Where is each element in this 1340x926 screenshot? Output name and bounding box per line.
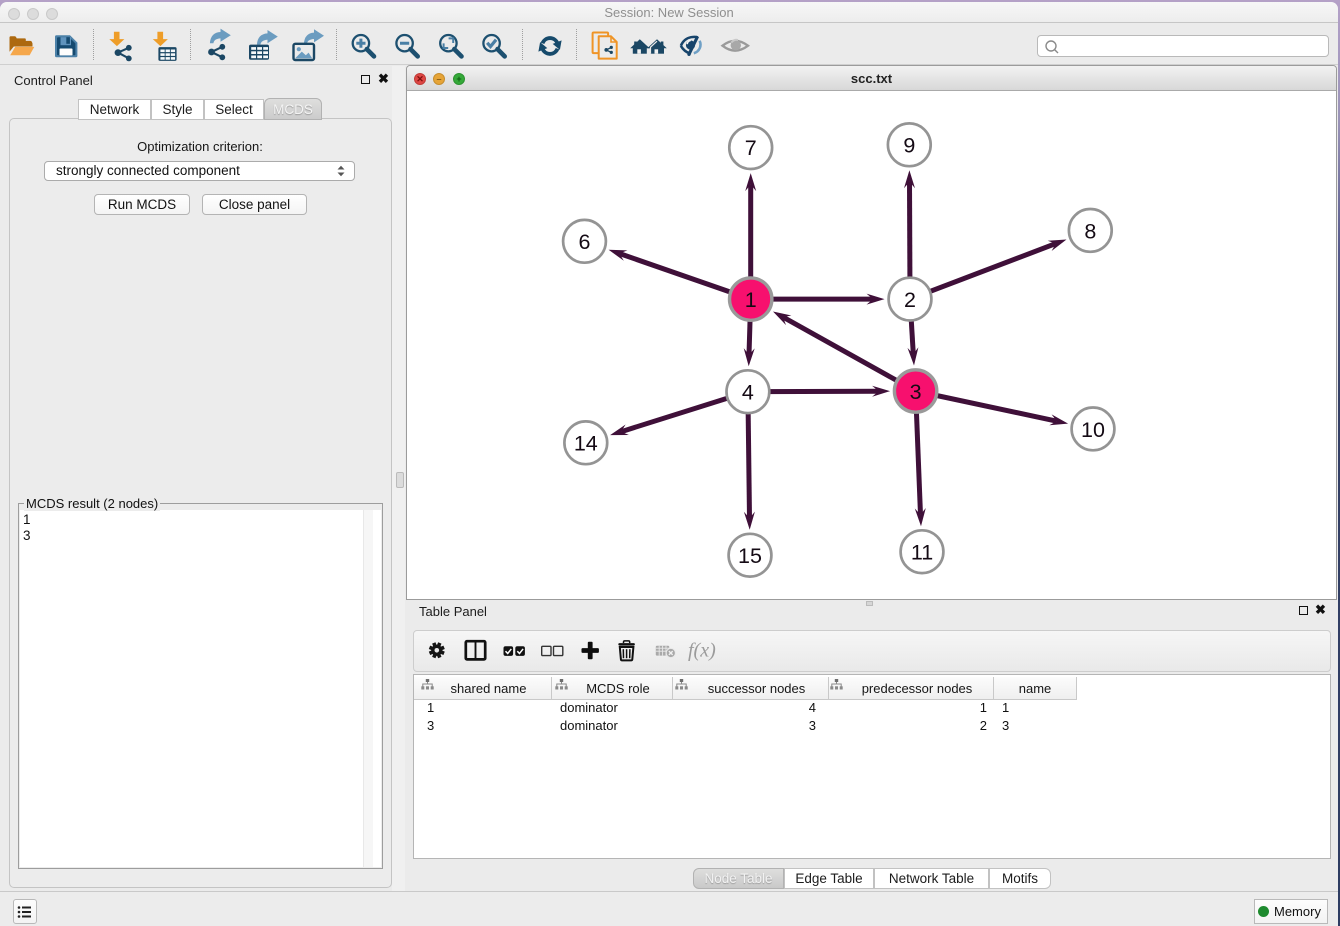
svg-text:10: 10 [1081, 418, 1105, 442]
svg-text:2: 2 [904, 288, 916, 312]
svg-text:14: 14 [574, 432, 598, 456]
svg-text:11: 11 [911, 541, 933, 565]
svg-text:15: 15 [738, 544, 762, 568]
svg-text:4: 4 [742, 381, 754, 405]
svg-text:1: 1 [745, 288, 757, 312]
svg-text:6: 6 [579, 230, 591, 254]
svg-text:f(x): f(x) [688, 640, 716, 662]
svg-text:7: 7 [745, 136, 757, 160]
svg-text:8: 8 [1084, 219, 1096, 243]
svg-text:9: 9 [903, 134, 915, 158]
svg-text:3: 3 [910, 380, 922, 404]
